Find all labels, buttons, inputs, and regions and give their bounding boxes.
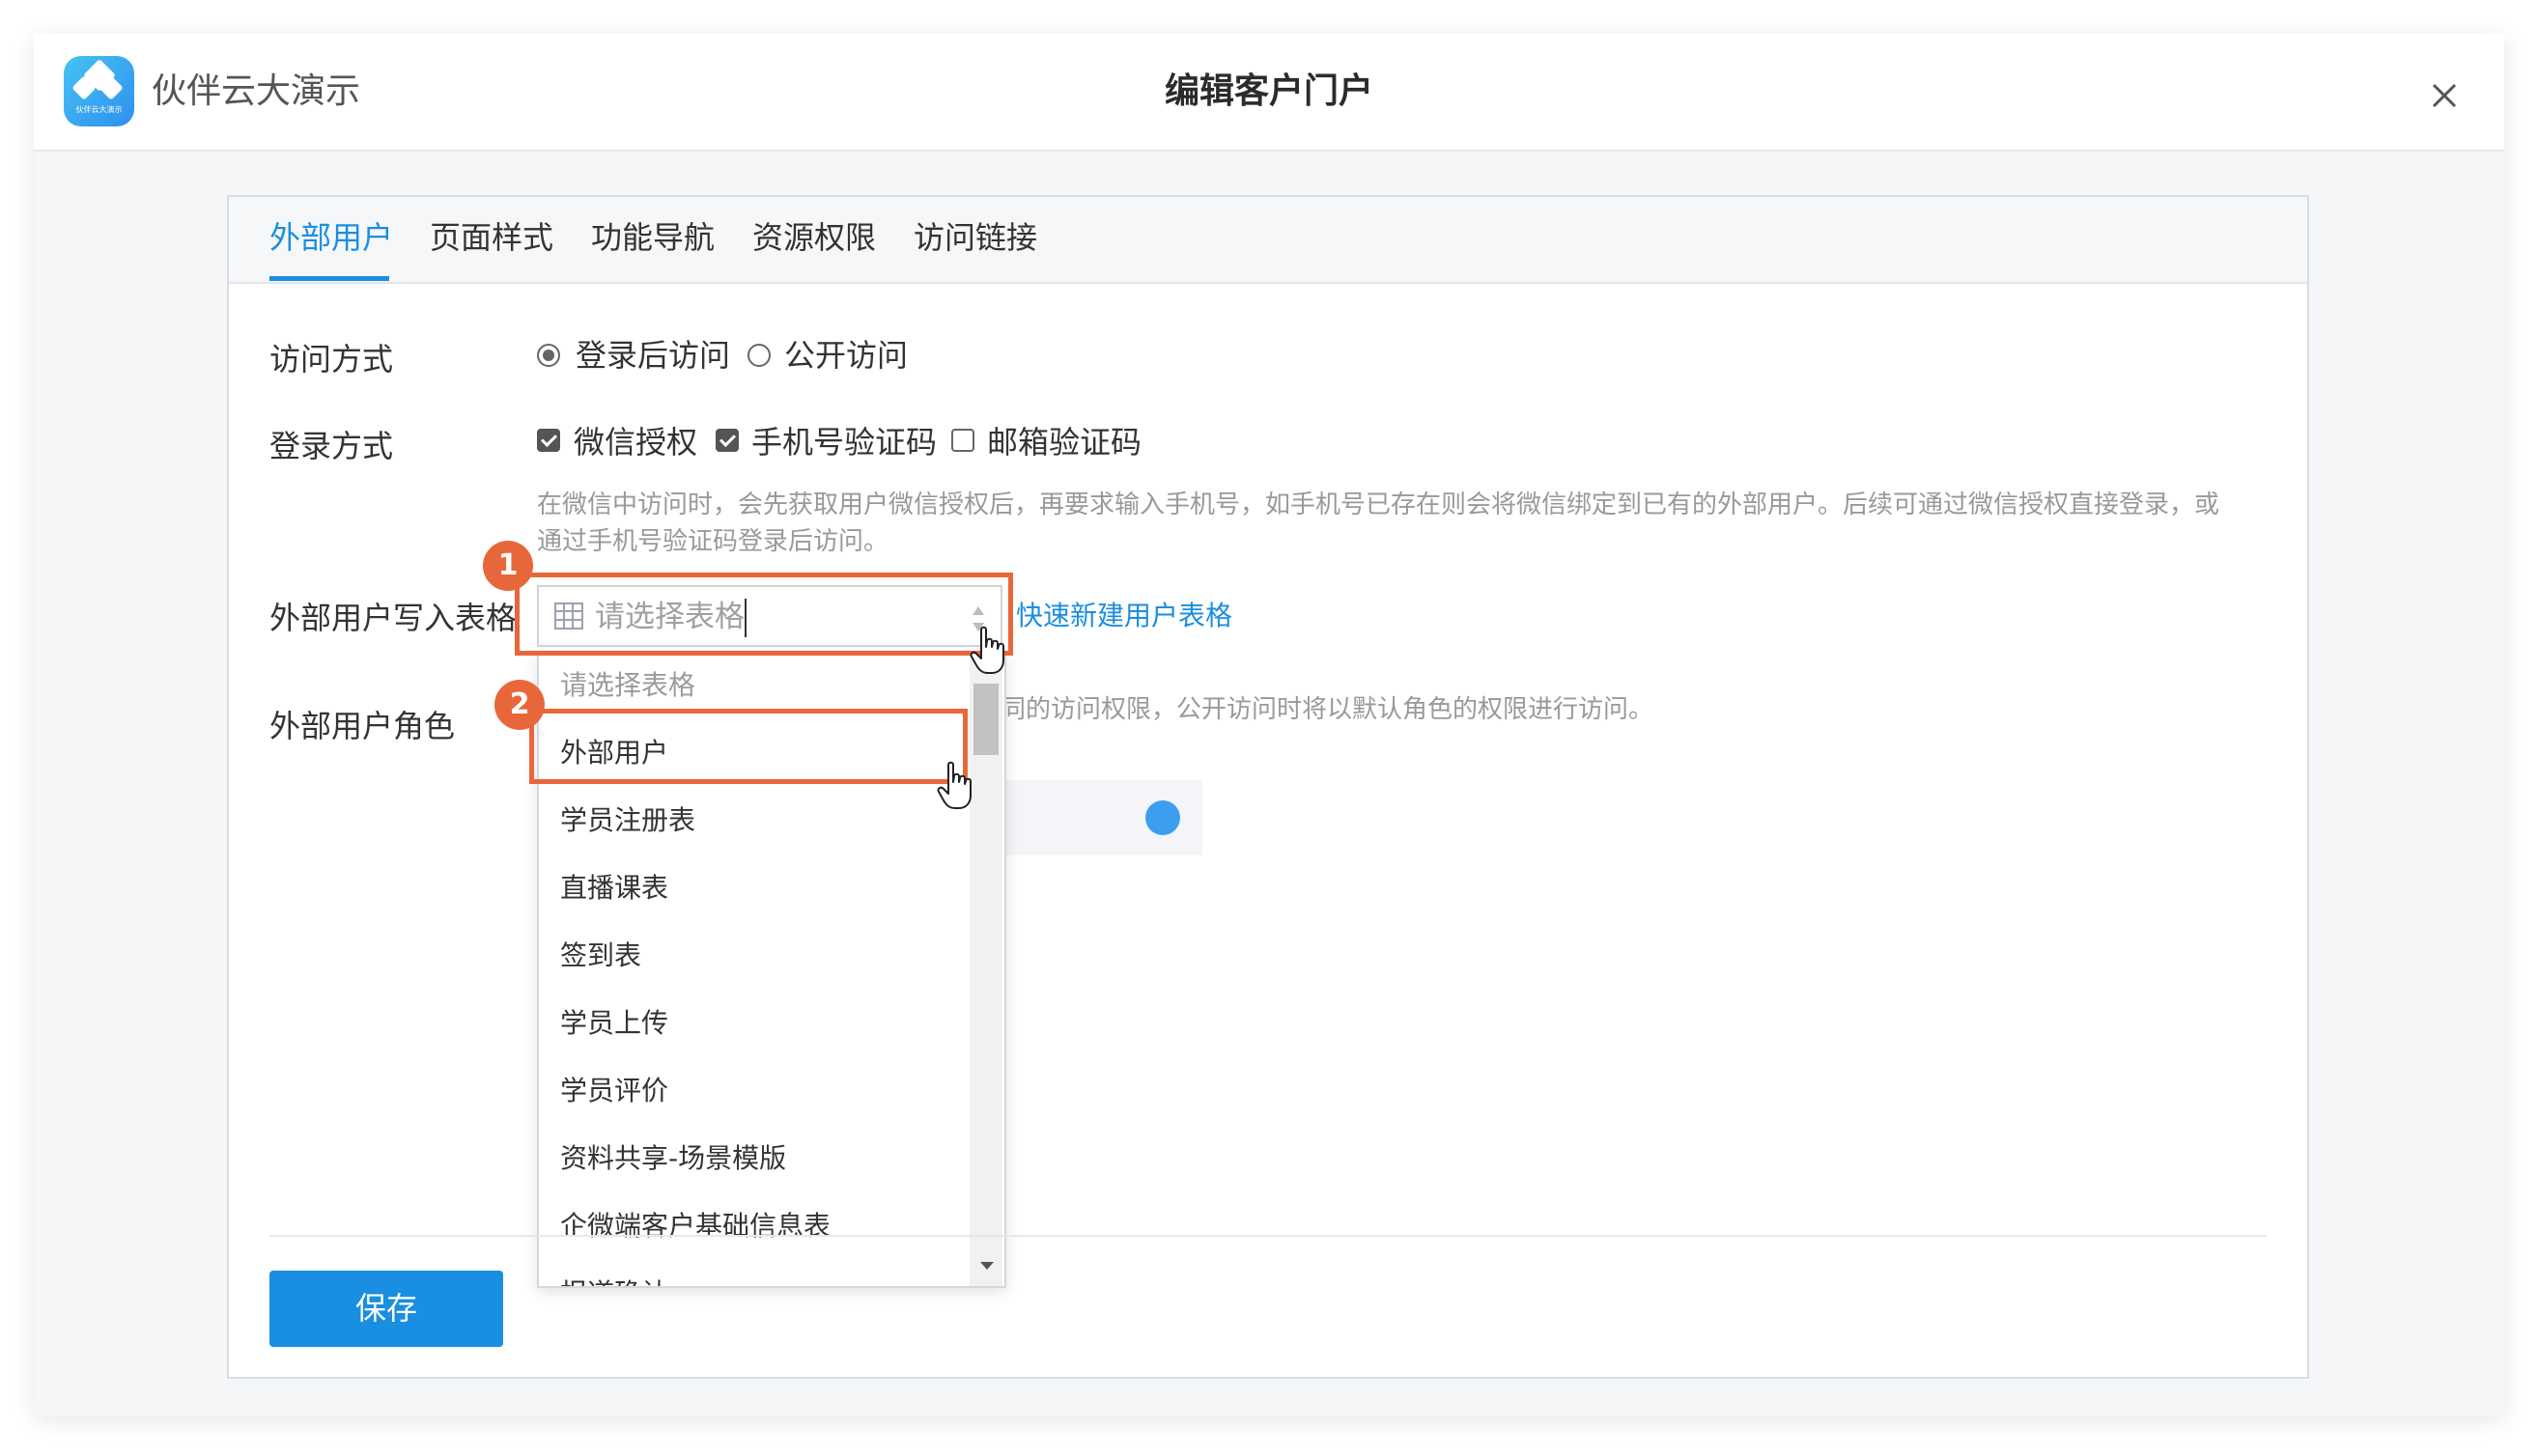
save-button[interactable]: 保存 <box>269 1271 503 1347</box>
dropdown-item[interactable]: 学员上传 <box>560 1004 668 1043</box>
modal-title: 编辑客户门户 <box>1164 71 1373 111</box>
radio-public-access[interactable] <box>747 344 771 367</box>
dropdown-item[interactable]: 学员注册表 <box>560 801 695 840</box>
login-hint-line2: 通过手机号验证码登录后访问。 <box>537 527 889 556</box>
checkbox-phone-code-label[interactable]: 手机号验证码 <box>751 421 937 463</box>
tab-page-style[interactable]: 页面样式 <box>430 216 553 259</box>
active-tab-indicator <box>269 276 389 281</box>
tab-external-users[interactable]: 外部用户 <box>269 216 393 259</box>
step1-marker: 1 <box>483 541 533 591</box>
dropdown-scrollbar-thumb[interactable] <box>973 684 999 755</box>
tab-function-nav[interactable]: 功能导航 <box>591 216 715 259</box>
access-method-label: 访问方式 <box>269 341 394 378</box>
radio-login-access-label[interactable]: 登录后访问 <box>576 334 730 377</box>
dropdown-item[interactable]: 学员评价 <box>560 1072 668 1110</box>
dropdown-item[interactable]: 企微端客户基础信息表 <box>560 1207 831 1246</box>
dropdown-item-placeholder[interactable]: 请选择表格 <box>560 666 695 705</box>
role-hint: 同的访问权限，公开访问时将以默认角色的权限进行访问。 <box>1001 695 1654 724</box>
checkbox-wechat-auth[interactable] <box>537 429 560 452</box>
footer-divider <box>269 1235 2267 1237</box>
login-method-label: 登录方式 <box>269 428 394 464</box>
radio-login-access[interactable] <box>537 344 560 367</box>
login-hint-line1: 在微信中访问时，会先获取用户微信授权后，再要求输入手机号，如手机号已存在则会将微… <box>537 490 2220 519</box>
checkbox-phone-code[interactable] <box>716 429 739 452</box>
quick-create-table-link[interactable]: 快速新建用户表格 <box>1016 597 1232 635</box>
tab-resource-permissions[interactable]: 资源权限 <box>752 216 876 259</box>
checkbox-email-code-label[interactable]: 邮箱验证码 <box>987 421 1142 463</box>
dropdown-item[interactable]: 直播课表 <box>560 869 668 908</box>
role-label: 外部用户角色 <box>269 708 456 744</box>
step1-highlight-box <box>515 573 1013 656</box>
write-table-label: 外部用户写入表格 <box>269 600 518 636</box>
hand-cursor-icon <box>937 761 972 809</box>
close-button[interactable] <box>2422 73 2467 118</box>
checkbox-wechat-auth-label[interactable]: 微信授权 <box>574 421 697 463</box>
dropdown-item[interactable]: 资料共享-场景模版 <box>560 1139 786 1178</box>
dropdown-item[interactable]: 签到表 <box>560 937 641 975</box>
tab-access-link[interactable]: 访问链接 <box>914 216 1037 259</box>
checkbox-email-code[interactable] <box>951 429 974 452</box>
close-icon <box>2432 83 2457 108</box>
dropdown-item[interactable]: 报道确认 <box>560 1274 668 1286</box>
radio-public-access-label[interactable]: 公开访问 <box>784 334 908 377</box>
step2-marker: 2 <box>494 680 545 730</box>
hand-cursor-icon <box>970 626 1004 674</box>
step2-highlight-box <box>529 709 968 784</box>
scroll-down-arrow-icon[interactable] <box>977 1259 997 1273</box>
role-toggle-icon[interactable] <box>1145 800 1180 835</box>
